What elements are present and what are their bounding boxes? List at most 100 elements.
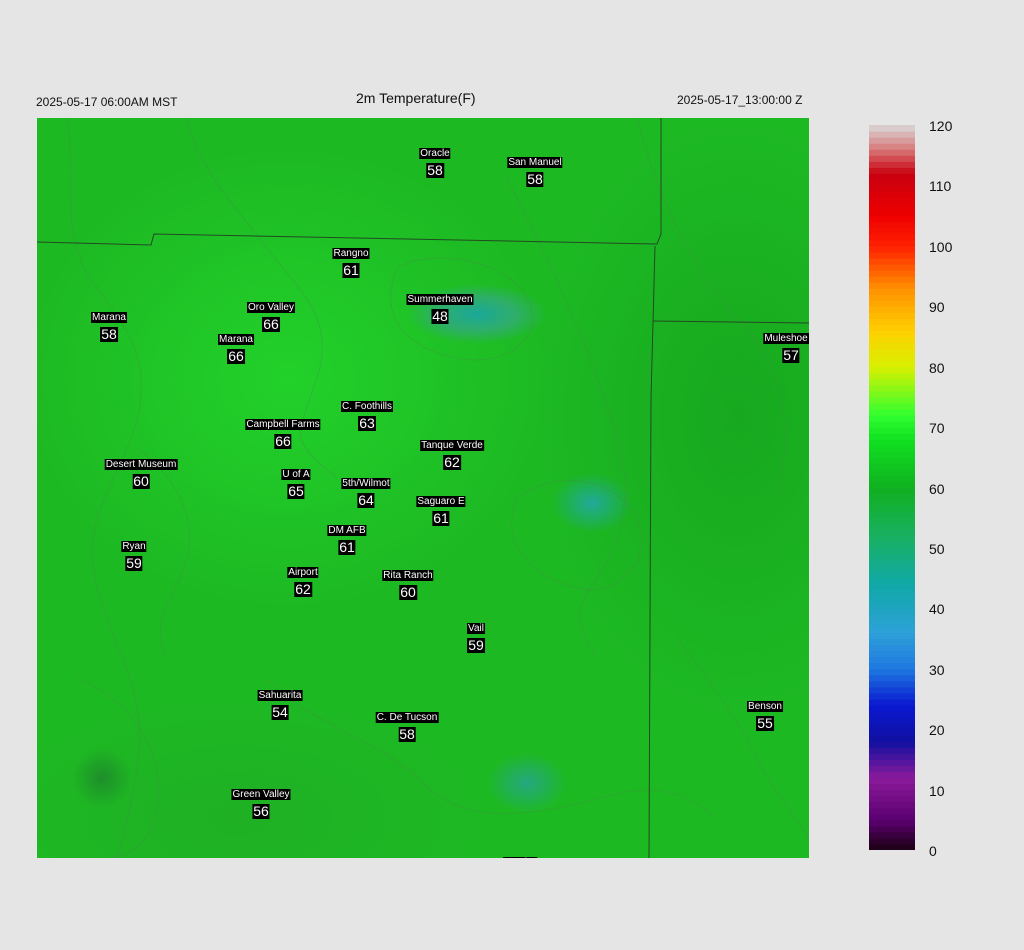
station-temperature: 60 <box>132 473 150 489</box>
colorbar-band <box>869 602 915 609</box>
station-temperature: 59 <box>467 637 485 653</box>
station-temperature: 61 <box>342 262 360 278</box>
station-temperature: 62 <box>443 454 461 470</box>
station-temperature: 61 <box>338 539 356 555</box>
station-label: Oracle 58 <box>419 143 451 178</box>
temperature-map: Oracle 58 San Manuel 58 Rangno 61 Summerhaven 4… <box>37 118 809 858</box>
station-label: Empire <box>503 852 537 858</box>
station-name: Saguaro E <box>416 496 466 507</box>
station-name: Vail <box>467 623 485 634</box>
station-temperature: 65 <box>287 483 305 499</box>
colorbar-band <box>869 384 915 392</box>
colorbar-band <box>869 705 915 712</box>
colorbar-band <box>869 747 915 754</box>
station-temperature: 60 <box>399 584 417 600</box>
colorbar-band <box>869 167 915 174</box>
station-name: DM AFB <box>327 525 367 536</box>
station-name: Campbell Farms <box>245 419 321 430</box>
station-name: Tanque Verde <box>420 440 484 451</box>
station-name: Oracle <box>419 148 451 159</box>
colorbar-band <box>869 276 915 283</box>
colorbar-tick-label: 50 <box>929 540 945 557</box>
colorbar-band <box>869 572 915 579</box>
station-label: Oro Valley 66 <box>247 297 295 332</box>
colorbar-tick-label: 90 <box>929 299 945 316</box>
colorbar-band <box>869 729 915 736</box>
colorbar-band <box>869 656 915 664</box>
colorbar-band <box>869 771 915 779</box>
colorbar-band <box>869 469 915 477</box>
colorbar-band <box>869 517 915 525</box>
station-temperature: 61 <box>432 510 450 526</box>
station-name: Airport <box>287 567 319 578</box>
colorbar-band <box>869 608 915 615</box>
colorbar-band <box>869 155 915 162</box>
colorbar-band <box>869 336 915 344</box>
station-label: C. Foothills 63 <box>340 396 394 431</box>
station-temperature: 59 <box>125 555 143 571</box>
colorbar-band <box>869 209 915 217</box>
station-label: Green Valley 56 <box>231 784 291 819</box>
colorbar-tick-label: 10 <box>929 782 945 799</box>
colorbar-band <box>869 445 915 452</box>
station-temperature: 54 <box>271 704 289 720</box>
colorbar-band <box>869 427 915 434</box>
colorbar-band <box>869 257 915 265</box>
colorbar-band <box>869 312 915 319</box>
colorbar-tick-label: 60 <box>929 480 945 497</box>
colorbar-tick-label: 30 <box>929 661 945 678</box>
colorbar-band <box>869 741 915 748</box>
colorbar-band <box>869 143 915 150</box>
colorbar-band <box>869 433 915 440</box>
station-label: U of A 65 <box>281 464 311 499</box>
station-name: U of A <box>281 469 311 480</box>
station-temperature: 66 <box>227 348 245 364</box>
station-label: Saguaro E 61 <box>416 491 466 526</box>
colorbar-band <box>869 487 915 495</box>
station-name: C. Foothills <box>340 401 394 412</box>
station-label: San Manuel 58 <box>507 152 563 187</box>
colorbar-band <box>869 686 915 694</box>
colorbar-band <box>869 511 915 519</box>
station-name: C. De Tucson <box>375 712 439 723</box>
colorbar-tick-label: 20 <box>929 722 945 739</box>
colorbar-band <box>869 306 915 313</box>
colorbar-band <box>869 680 915 688</box>
station-label: Summerhaven 48 <box>406 289 474 324</box>
station-label: 5th/Wilmot 64 <box>341 473 391 508</box>
colorbar-band <box>869 777 915 785</box>
colorbar-tick-label: 70 <box>929 420 945 437</box>
station-temperature: 55 <box>756 715 774 731</box>
station-label: Ryan 59 <box>121 536 147 571</box>
colorbar-band <box>869 711 915 718</box>
station-name: Marana <box>91 312 127 323</box>
colorbar-band <box>869 578 915 585</box>
colorbar-tick-label: 80 <box>929 359 945 376</box>
station-label: C. De Tucson 58 <box>375 707 439 742</box>
colorbar-band <box>869 535 915 543</box>
colorbar-tick-label: 120 <box>929 118 953 134</box>
colorbar-band <box>869 843 915 851</box>
colorbar-band <box>869 294 915 301</box>
colorbar-band <box>869 396 915 404</box>
colorbar-band <box>869 408 915 416</box>
station-temperature: 57 <box>782 347 800 363</box>
colorbar-band <box>869 813 915 821</box>
station-name: Muleshoe R <box>763 333 809 344</box>
colorbar-band <box>869 179 915 187</box>
colorbar-band <box>869 173 915 180</box>
colorbar-band <box>869 251 915 259</box>
colorbar-band <box>869 451 915 458</box>
colorbar-band <box>869 366 915 374</box>
colorbar-band <box>869 402 915 410</box>
map-title: 2m Temperature(F) <box>356 90 476 106</box>
station-label: Desert Museum 60 <box>104 454 178 489</box>
colorbar-band <box>869 765 915 773</box>
colorbar-band <box>869 620 915 628</box>
station-label: Benson 55 <box>747 696 783 731</box>
colorbar-band <box>869 221 915 229</box>
colorbar-band <box>869 825 915 833</box>
station-label: Rangno 61 <box>332 243 370 278</box>
local-time-label: 2025-05-17 06:00AM MST <box>36 95 178 109</box>
colorbar-band <box>869 831 915 839</box>
